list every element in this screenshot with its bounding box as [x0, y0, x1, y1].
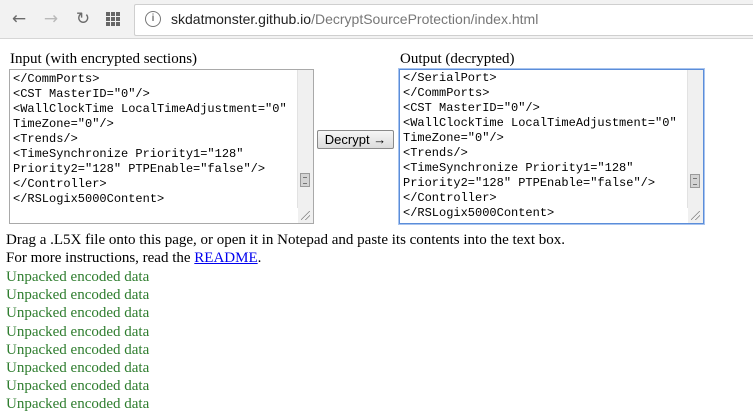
output-label: Output (decrypted) [400, 51, 515, 67]
back-button[interactable]: ← [8, 8, 30, 30]
forward-arrow-icon: → [43, 9, 59, 29]
input-textarea[interactable]: </CommPorts> <CST MasterID="0"/> <WallCl… [9, 69, 314, 224]
readme-suffix: . [257, 250, 262, 266]
output-scrollbar[interactable] [687, 70, 703, 208]
input-scroll-thumb[interactable] [300, 173, 310, 187]
readme-line: For more instructions, read the README. [6, 250, 261, 267]
status-message: Unpacked encoded data [6, 323, 150, 340]
input-text: </CommPorts> <CST MasterID="0"/> <WallCl… [13, 72, 287, 206]
input-scrollbar[interactable] [297, 70, 313, 208]
status-message: Unpacked encoded data [6, 269, 150, 285]
output-resize-grip-icon[interactable] [688, 208, 703, 223]
input-resize-grip-icon[interactable] [298, 208, 313, 223]
url-host: skdatmonster.github.io [171, 11, 312, 27]
forward-button[interactable]: → [40, 8, 62, 30]
browser-toolbar: ← → ↻ i skdatmonster.github.io/DecryptSo… [0, 0, 753, 39]
url-text: skdatmonster.github.io/DecryptSourceProt… [171, 11, 538, 27]
apps-grid-icon[interactable] [106, 12, 120, 26]
output-textarea[interactable]: </SerialPort> </CommPorts> <CST MasterID… [399, 69, 704, 224]
status-message: Unpacked encoded data [6, 287, 150, 304]
status-message: Unpacked encoded data [6, 360, 150, 377]
info-icon[interactable]: i [145, 11, 161, 27]
readme-prefix: For more instructions, read the [6, 250, 195, 266]
status-message: Unpacked encoded data [6, 341, 150, 358]
address-bar[interactable]: i skdatmonster.github.io/DecryptSourcePr… [134, 4, 753, 36]
input-label: Input (with encrypted sections) [10, 51, 198, 67]
reload-icon: ↻ [75, 9, 91, 29]
output-scroll-thumb[interactable] [690, 174, 700, 188]
readme-link[interactable]: README [194, 250, 257, 266]
back-arrow-icon: ← [11, 9, 27, 29]
status-message: Unpacked encoded data [6, 378, 150, 395]
status-message: Unpacked encoded data [6, 305, 150, 322]
status-messages: Unpacked encoded data Unpacked encoded d… [6, 268, 149, 414]
reload-button[interactable]: ↻ [72, 8, 94, 30]
instructions-line: Drag a .L5X file onto this page, or open… [6, 232, 566, 248]
decrypt-button[interactable]: Decrypt → [317, 130, 394, 149]
status-message: Unpacked encoded data [6, 396, 150, 413]
url-path: /DecryptSourceProtection/index.html [311, 11, 539, 27]
output-text: </SerialPort> </CommPorts> <CST MasterID… [403, 71, 677, 220]
